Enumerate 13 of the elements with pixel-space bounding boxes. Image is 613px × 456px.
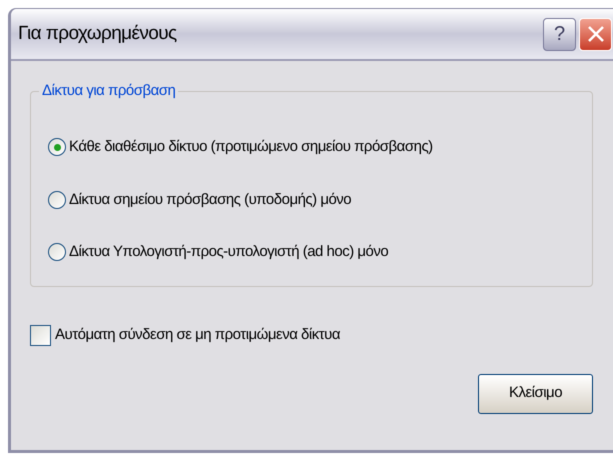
help-button[interactable]: ?: [543, 18, 576, 50]
radio-label[interactable]: Δίκτυα Υπολογιστή-προς-υπολογιστή (ad hoc) μόνο: [69, 241, 388, 264]
checkbox-label[interactable]: Αυτόματη σύνδεση σε μη προτιμώμενα δίκτυα: [55, 324, 340, 346]
close-button[interactable]: Κλείσιμο: [478, 374, 593, 414]
checkbox[interactable]: [30, 324, 51, 346]
window-title: Για προχωρημένους: [18, 22, 178, 46]
radio-button[interactable]: [48, 243, 66, 262]
radio-label[interactable]: Δίκτυα σημείου πρόσβασης (υποδομής) μόνο: [69, 188, 352, 211]
close-button[interactable]: [579, 18, 612, 50]
radio-button[interactable]: [48, 138, 66, 156]
radio-button[interactable]: [48, 190, 66, 209]
close-icon: [586, 24, 606, 44]
radio-label[interactable]: Κάθε διαθέσιμο δίκτυο (προτιμώμενο σημείου πρόσβασης): [69, 136, 433, 158]
